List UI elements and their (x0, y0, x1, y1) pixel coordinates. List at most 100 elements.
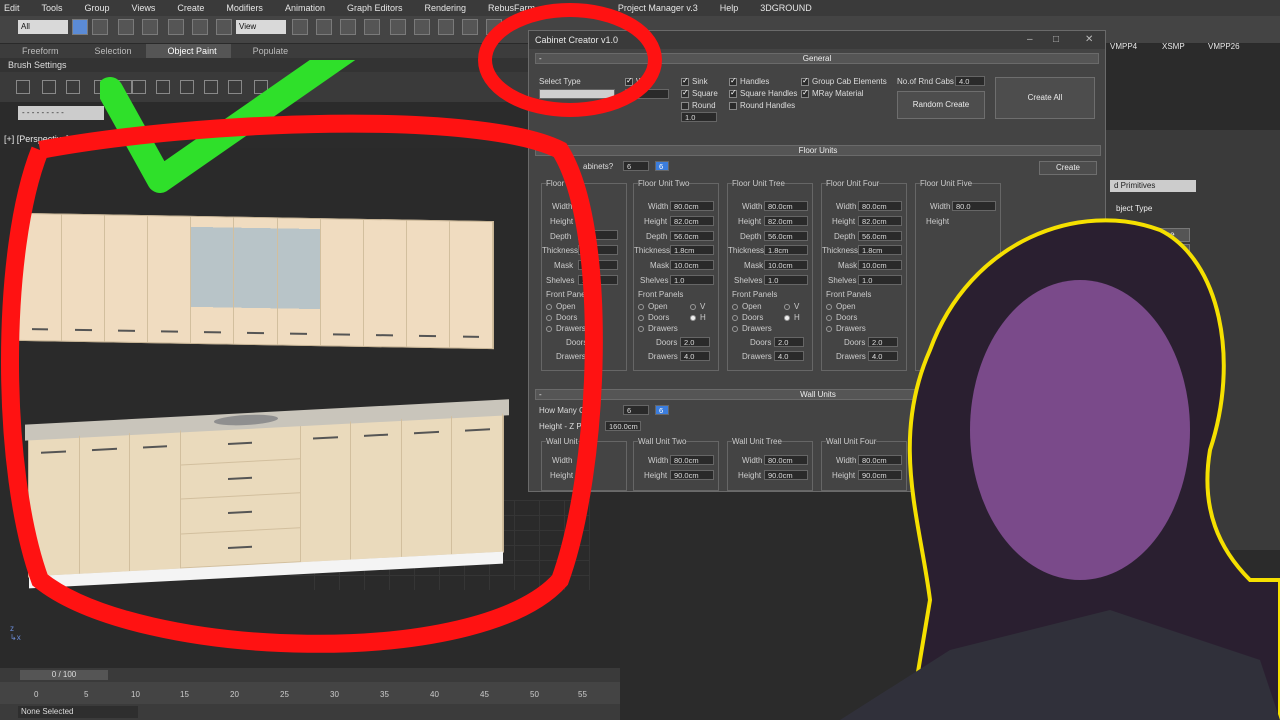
floor4-thickness[interactable]: 1.8cm (858, 245, 902, 255)
floor-units-header[interactable]: - Floor Units (535, 145, 1101, 156)
menu-create[interactable]: Create (177, 3, 204, 13)
menu-civil-view[interactable]: Civil View (557, 3, 596, 13)
select-object-icon[interactable] (72, 19, 88, 35)
check-mray[interactable]: MRay Material (801, 88, 864, 98)
rnd-cabs-field[interactable]: 4.0 (955, 76, 985, 86)
floor-create-button[interactable]: Create (1039, 161, 1097, 175)
general-rollout-header[interactable]: - General (535, 53, 1099, 64)
toolbar-xsmp[interactable]: XSMP (1162, 42, 1185, 51)
sphere-button[interactable]: here (1140, 244, 1190, 258)
line-style-dropdown[interactable]: - - - - - - - - - (18, 106, 104, 120)
floor3-height[interactable]: 82.0cm (764, 216, 808, 226)
menu-rendering[interactable]: Rendering (425, 3, 467, 13)
floor4-width[interactable]: 80.0cm (858, 201, 902, 211)
floor3-depth[interactable]: 56.0cm (764, 231, 808, 241)
random-create-button[interactable]: Random Create (897, 91, 985, 119)
angle-snap-icon[interactable] (340, 19, 356, 35)
timeline[interactable]: 0 / 100 (0, 668, 620, 682)
snap-icon[interactable] (316, 19, 332, 35)
floor4-doors[interactable]: 2.0 (868, 337, 898, 347)
menu-project-manager[interactable]: Project Manager v.3 (618, 3, 698, 13)
menu-edit[interactable]: Edit (4, 3, 20, 13)
menu-help[interactable]: Help (720, 3, 739, 13)
wall-count-dropdown[interactable]: 6 (623, 405, 649, 415)
select-by-name-icon[interactable] (92, 19, 108, 35)
floor4-height[interactable]: 82.0cm (858, 216, 902, 226)
fill-icon[interactable] (94, 80, 108, 94)
check-round-handles[interactable]: Round Handles (729, 101, 795, 110)
floor3-doors[interactable]: 2.0 (774, 337, 804, 347)
floor2-shelves[interactable]: 1.0 (670, 275, 714, 285)
menu-rebusfarm[interactable]: RebusFarm (488, 3, 535, 13)
cone-button[interactable]: Cone (1140, 228, 1190, 242)
region-select-icon[interactable] (118, 19, 134, 35)
menu-3dground[interactable]: 3DGROUND (760, 3, 812, 13)
wall4-height[interactable]: 90.0cm (858, 470, 902, 480)
wall2-height[interactable]: 90.0cm (670, 470, 714, 480)
menu-animation[interactable]: Animation (285, 3, 325, 13)
check-handles[interactable]: Handles (729, 76, 769, 86)
selection-filter-dropdown[interactable]: All (18, 20, 68, 34)
check-round[interactable]: Round (681, 101, 716, 110)
offset-icon[interactable] (228, 80, 242, 94)
create-all-button[interactable]: Create All (995, 77, 1095, 119)
w-field[interactable] (625, 89, 669, 99)
close-icon[interactable]: ✕ (1085, 34, 1093, 45)
viewport-label[interactable]: [+] [Perspective] [Shaded] (4, 134, 107, 144)
floor2-doors[interactable]: 2.0 (680, 337, 710, 347)
tab-object-paint[interactable]: Object Paint (145, 44, 231, 58)
pick-icon[interactable] (66, 80, 80, 94)
tab-selection[interactable]: Selection (73, 44, 146, 58)
scale-icon[interactable] (216, 19, 232, 35)
floor-count-dropdown[interactable]: 6 (623, 161, 649, 171)
check-square-handles[interactable]: Square Handles (729, 88, 797, 98)
wall-cabinets-model[interactable] (18, 212, 494, 350)
menu-graph-editors[interactable]: Graph Editors (347, 3, 403, 13)
commit-icon[interactable] (254, 80, 268, 94)
spinner-snap-icon[interactable] (390, 19, 406, 35)
floor2-depth[interactable]: 56.0cm (670, 231, 714, 241)
toolbar-vmpp26[interactable]: VMPP26 (1208, 42, 1240, 51)
floor3-width[interactable]: 80.0cm (764, 201, 808, 211)
wall-units-header[interactable]: - Wall Units (535, 389, 1101, 400)
floor-cabinets-model[interactable] (25, 399, 509, 589)
rotate-icon[interactable] (204, 80, 218, 94)
floor4-drawers[interactable]: 4.0 (868, 351, 898, 361)
brush-icon[interactable] (132, 80, 146, 94)
track-bar[interactable]: 0 5 10 15 20 25 30 35 40 45 50 55 (0, 682, 620, 704)
object-type-rollout[interactable]: bject Type (1116, 204, 1152, 213)
menu-views[interactable]: Views (132, 3, 156, 13)
named-selection-icon[interactable] (414, 19, 430, 35)
round-value[interactable]: 1.0 (681, 112, 717, 122)
object-category-dropdown[interactable]: d Primitives (1110, 180, 1196, 192)
window-crossing-icon[interactable] (142, 19, 158, 35)
wall-height-field[interactable]: 160.0cm (605, 421, 641, 431)
menu-group[interactable]: Group (85, 3, 110, 13)
mirror-icon[interactable] (438, 19, 454, 35)
floor5-width[interactable]: 80.0 (952, 201, 996, 211)
window-titlebar[interactable]: Cabinet Creator v1.0 – □ ✕ (529, 31, 1105, 49)
align-icon[interactable] (156, 80, 170, 94)
check-group-cab[interactable]: Group Cab Elements (801, 76, 887, 86)
check-sink[interactable]: Sink (681, 76, 708, 86)
menu-modifiers[interactable]: Modifiers (226, 3, 263, 13)
align-icon[interactable] (462, 19, 478, 35)
tab-freeform[interactable]: Freeform (0, 44, 73, 58)
wall4-width[interactable]: 80.0cm (858, 455, 902, 465)
floor2-width[interactable]: 80.0cm (670, 201, 714, 211)
rotate-icon[interactable] (192, 19, 208, 35)
spacing-icon[interactable] (118, 80, 132, 94)
tab-populate[interactable]: Populate (231, 44, 303, 58)
wall3-width[interactable]: 80.0cm (764, 455, 808, 465)
select-type-dropdown[interactable] (539, 89, 615, 99)
floor2-height[interactable]: 82.0cm (670, 216, 714, 226)
move-icon[interactable] (168, 19, 184, 35)
reference-coordinate-dropdown[interactable]: View (236, 20, 286, 34)
floor4-shelves[interactable]: 1.0 (858, 275, 902, 285)
check-square[interactable]: Square (681, 88, 718, 98)
maximize-icon[interactable]: □ (1053, 34, 1059, 45)
wall2-width[interactable]: 80.0cm (670, 455, 714, 465)
floor3-drawers[interactable]: 4.0 (774, 351, 804, 361)
scale-icon[interactable] (180, 80, 194, 94)
layer-icon[interactable] (486, 19, 502, 35)
